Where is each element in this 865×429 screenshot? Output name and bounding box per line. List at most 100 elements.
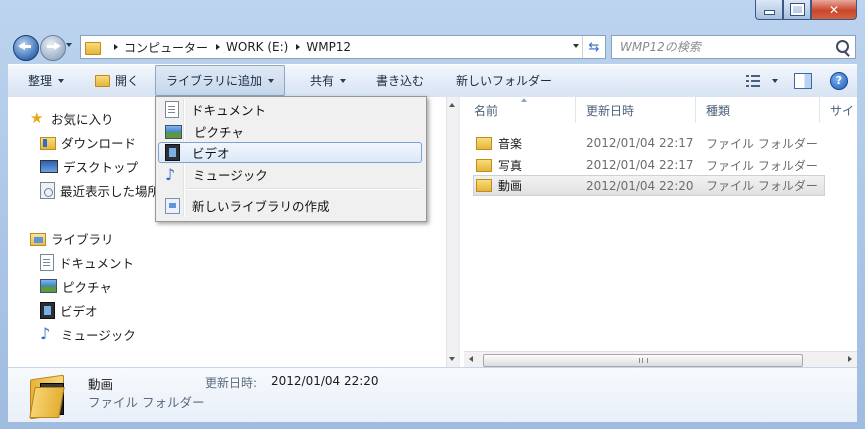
menu-item-videos[interactable]: ビデオ — [158, 142, 422, 163]
nav-item-desktop[interactable]: デスクトップ — [40, 156, 138, 176]
chevron-down-icon — [268, 78, 275, 83]
file-date: 2012/01/04 22:17 — [586, 158, 694, 172]
new-library-icon — [165, 197, 180, 214]
preview-pane-icon[interactable] — [794, 72, 812, 89]
menu-item-create-library[interactable]: 新しいライブラリの作成 — [159, 195, 421, 216]
details-type: ファイル フォルダー — [88, 395, 205, 410]
library-icon — [30, 233, 46, 246]
download-folder-icon — [40, 137, 56, 150]
breadcrumb-drive[interactable]: WORK (E:) — [226, 40, 288, 54]
horizontal-scrollbar[interactable] — [464, 351, 857, 368]
view-options-chevron-icon[interactable] — [772, 78, 778, 83]
file-name: 音楽 — [498, 136, 523, 151]
breadcrumb-separator-icon[interactable] — [296, 44, 301, 50]
burn-button[interactable]: 書き込む — [366, 65, 434, 96]
nav-item-label: ビデオ — [60, 303, 98, 319]
change-view-icon[interactable] — [746, 74, 760, 87]
open-button[interactable]: 開く — [85, 65, 149, 96]
forward-button[interactable] — [40, 35, 66, 61]
file-type: ファイル フォルダー — [706, 158, 818, 173]
column-header-date[interactable]: 更新日時 — [576, 97, 696, 123]
minimize-button[interactable] — [755, 0, 783, 20]
back-button[interactable] — [13, 35, 39, 61]
organize-button[interactable]: 整理 — [18, 65, 74, 96]
nav-item-music[interactable]: ♪ ミュージック — [40, 324, 136, 344]
document-icon — [165, 101, 179, 118]
new-folder-button[interactable]: 新しいフォルダー — [446, 65, 562, 96]
close-button[interactable]: ✕ — [811, 0, 857, 20]
scroll-left-icon[interactable] — [469, 356, 473, 362]
refresh-button[interactable]: ⇆ — [582, 36, 605, 58]
file-row-selected[interactable]: 動画 2012/01/04 22:20 ファイル フォルダー — [473, 175, 825, 196]
file-list-pane: 名前 更新日時 種類 サイ 音楽 2012/01/04 22:17 ファイル フ… — [464, 97, 857, 368]
file-row[interactable]: 写真 2012/01/04 22:17 ファイル フォルダー — [474, 155, 824, 175]
refresh-icon: ⇆ — [588, 39, 600, 55]
menu-item-label: ビデオ — [192, 146, 230, 161]
column-size-label: サイ — [830, 103, 855, 118]
menu-item-music[interactable]: ♪ ミュージック — [159, 164, 421, 185]
breadcrumb-computer[interactable]: コンピューター — [124, 39, 208, 56]
menu-item-label: ミュージック — [193, 168, 268, 183]
nav-favorites[interactable]: ★ お気に入り — [30, 108, 114, 128]
scroll-down-icon[interactable] — [449, 357, 455, 361]
menu-item-documents[interactable]: ドキュメント — [159, 99, 421, 120]
column-header-name[interactable]: 名前 — [464, 97, 576, 123]
video-icon — [40, 301, 55, 319]
navigation-scrollbar[interactable] — [446, 97, 458, 367]
scrollbar-thumb[interactable] — [483, 354, 803, 367]
nav-favorites-label: お気に入り — [51, 111, 114, 127]
file-type: ファイル フォルダー — [706, 179, 818, 193]
column-type-label: 種類 — [706, 103, 731, 118]
add-to-library-menu: ドキュメント ピクチャ ビデオ ♪ ミュージック 新しいライブラリの作成 — [155, 96, 427, 222]
folder-icon — [476, 136, 492, 150]
breadcrumb-folder[interactable]: WMP12 — [306, 40, 351, 54]
scroll-up-icon[interactable] — [449, 103, 455, 107]
address-dropdown-icon[interactable] — [573, 44, 579, 48]
share-button[interactable]: 共有 — [300, 65, 356, 96]
share-label: 共有 — [310, 74, 335, 88]
search-icon[interactable] — [836, 40, 849, 53]
picture-icon — [165, 124, 182, 139]
details-date-label: 更新日時: — [205, 376, 258, 390]
document-icon — [40, 253, 54, 271]
open-label: 開く — [115, 74, 140, 88]
column-header-size[interactable]: サイ — [820, 97, 857, 123]
burn-label: 書き込む — [376, 74, 425, 88]
nav-item-documents[interactable]: ドキュメント — [40, 252, 134, 272]
chevron-down-icon — [340, 78, 347, 83]
search-input[interactable] — [618, 39, 822, 55]
maximize-button[interactable] — [783, 0, 811, 20]
nav-item-downloads[interactable]: ダウンロード — [40, 132, 136, 152]
menu-item-pictures[interactable]: ピクチャ — [159, 121, 421, 142]
file-row[interactable]: 音楽 2012/01/04 22:17 ファイル フォルダー — [474, 133, 824, 153]
nav-item-label: 最近表示した場所 — [60, 183, 161, 199]
sort-ascending-icon — [521, 98, 527, 102]
nav-libraries-label: ライブラリ — [51, 231, 114, 247]
scrollbar-grip-icon — [639, 358, 648, 363]
scroll-right-icon[interactable] — [848, 356, 852, 362]
details-pane: 動画 ファイル フォルダー 更新日時: 2012/01/04 22:20 — [8, 367, 857, 422]
recent-pages-dropdown[interactable] — [66, 43, 72, 47]
add-to-library-button[interactable]: ライブラリに追加 — [155, 65, 286, 96]
content-area: ★ お気に入り ダウンロード デスクトップ 最近表示した場所 ライブラリ ドキュ… — [8, 97, 857, 368]
music-icon: ♪ — [165, 164, 176, 184]
folder-icon — [85, 42, 101, 55]
nav-libraries[interactable]: ライブラリ — [30, 228, 114, 248]
view-controls: ? — [746, 65, 857, 96]
column-header-type[interactable]: 種類 — [696, 97, 820, 123]
file-date: 2012/01/04 22:17 — [586, 136, 694, 150]
breadcrumb-separator-icon[interactable] — [114, 44, 118, 50]
new-folder-label: 新しいフォルダー — [456, 74, 553, 88]
nav-item-videos[interactable]: ビデオ — [40, 300, 98, 320]
menu-separator — [186, 188, 422, 190]
address-bar[interactable]: コンピューター WORK (E:) WMP12 ⇆ — [80, 35, 606, 59]
pane-splitter[interactable] — [458, 97, 460, 367]
picture-icon — [40, 279, 57, 293]
nav-item-label: デスクトップ — [63, 159, 139, 175]
help-icon[interactable]: ? — [830, 71, 848, 90]
nav-item-recent-places[interactable]: 最近表示した場所 — [40, 180, 160, 200]
search-box[interactable] — [611, 35, 856, 59]
breadcrumb-separator-icon[interactable] — [216, 44, 221, 50]
nav-item-pictures[interactable]: ピクチャ — [40, 276, 112, 296]
window-caption-buttons: ✕ — [755, 0, 857, 20]
